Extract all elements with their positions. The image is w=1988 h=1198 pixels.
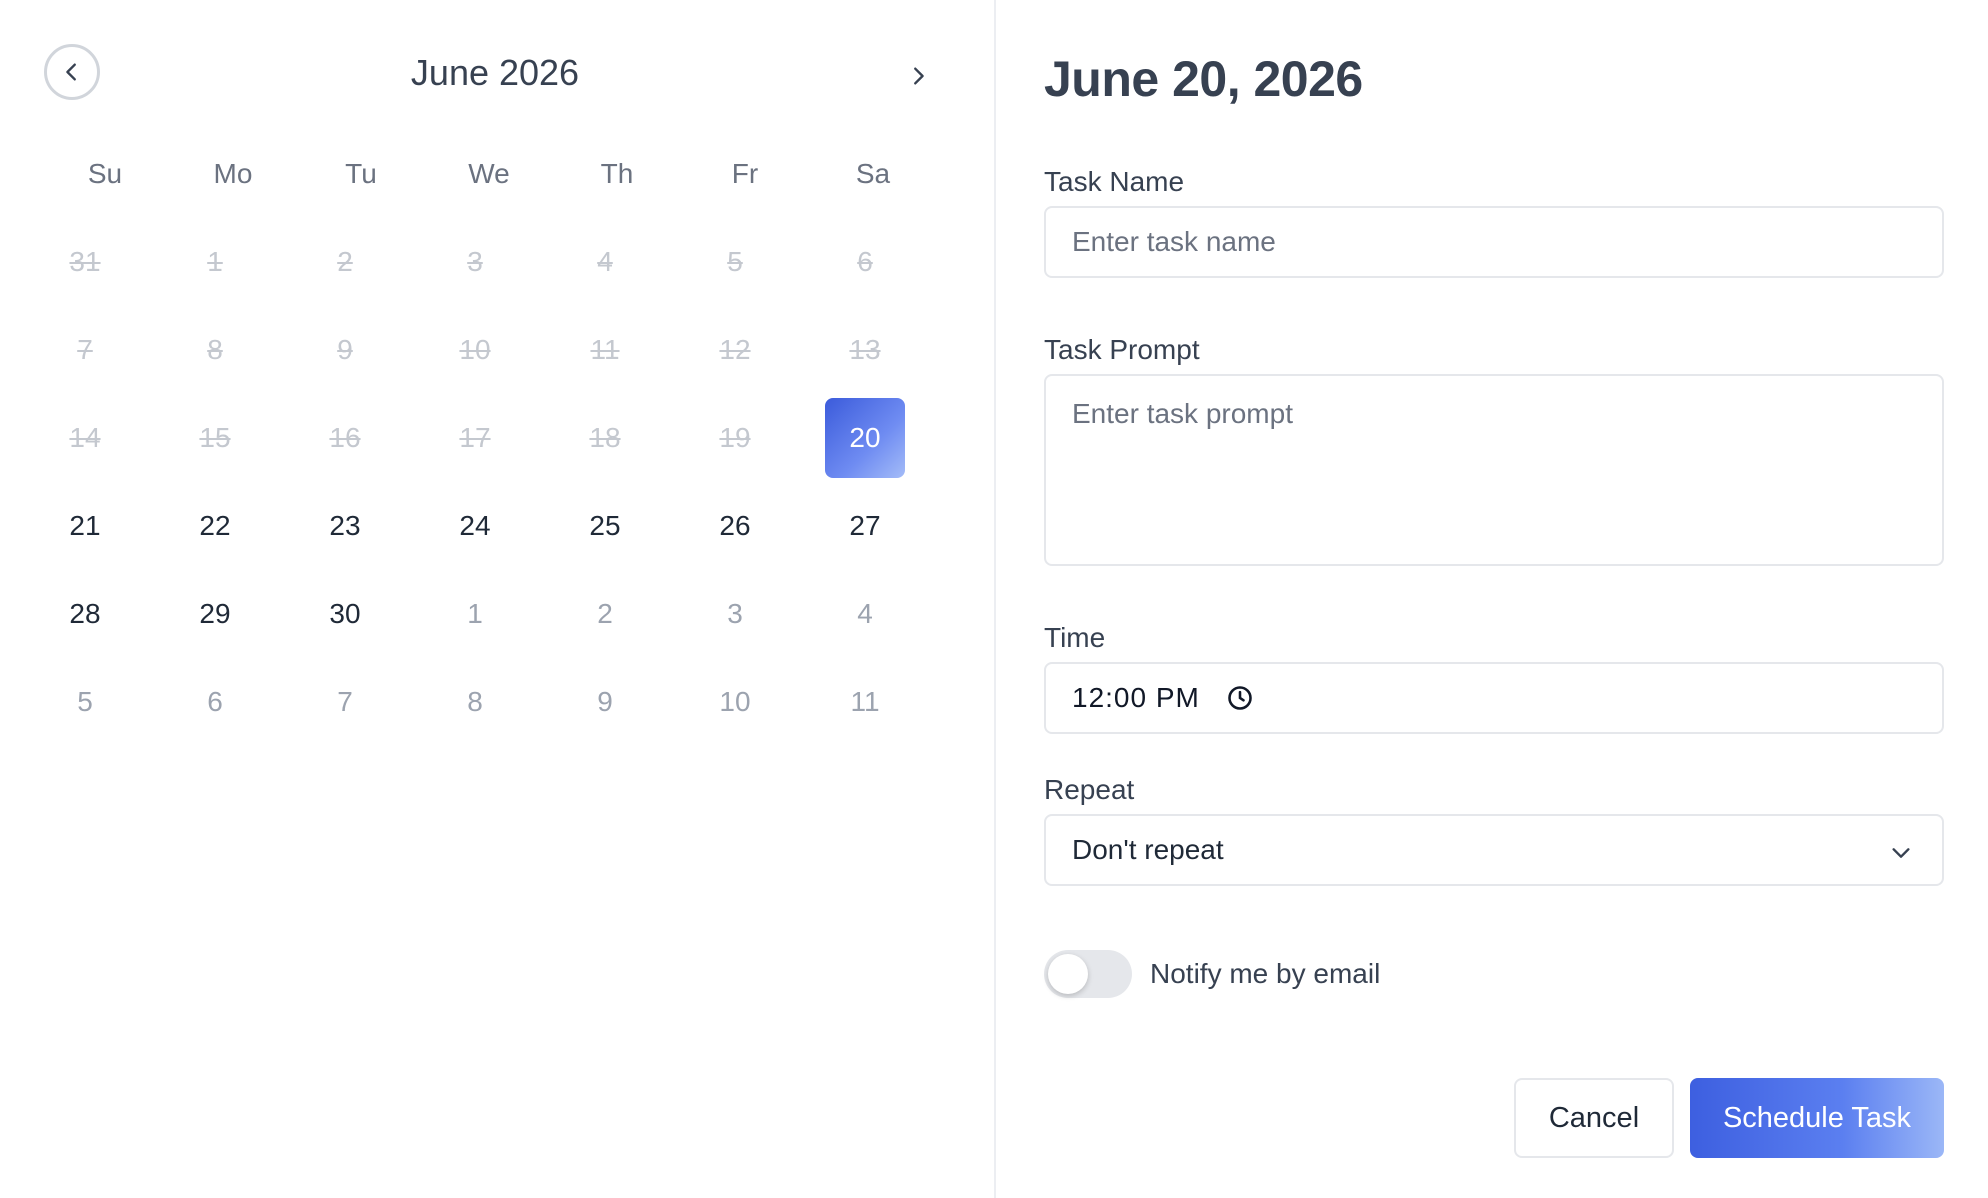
prev-month-button[interactable] [44, 44, 100, 100]
task-name-label: Task Name [1044, 166, 1185, 197]
calendar-days-grid: 31 1 2 3 4 5 6 7 8 9 10 11 12 13 14 15 16 17 18 19 20 21 22 23 2… [0, 222, 994, 762]
calendar-day[interactable]: 10 [695, 662, 775, 742]
calendar-day-selected[interactable]: 20 [825, 398, 905, 478]
month-title: June 2026 [410, 52, 580, 93]
calendar-day[interactable]: 2 [565, 574, 645, 654]
calendar-day: 15 [199, 422, 231, 453]
calendar-day: 2 [337, 246, 353, 277]
calendar-day[interactable]: 21 [45, 486, 125, 566]
weekday-header: Su Mo Tu We Th Fr Sa [0, 150, 994, 198]
calendar-day: 18 [589, 422, 621, 453]
calendar-day[interactable]: 3 [695, 574, 775, 654]
schedule-task-dialog: June 2026 Su Mo Tu We Th Fr Sa 31 1 2 3 4 5 6 7… [0, 0, 1988, 1198]
calendar-day: 17 [459, 422, 491, 453]
calendar-day[interactable]: 1 [435, 574, 515, 654]
calendar-day: 4 [597, 246, 613, 277]
calendar-day[interactable]: 30 [305, 574, 385, 654]
calendar-day[interactable]: 27 [825, 486, 905, 566]
notify-row: Notify me by email [1044, 948, 1380, 1000]
chevron-down-icon [1892, 848, 1910, 858]
task-name-input[interactable]: Enter task name [1044, 206, 1944, 278]
time-input[interactable]: 12:00 PM [1044, 662, 1944, 734]
task-prompt-textarea[interactable]: Enter task prompt [1044, 374, 1944, 566]
calendar-day[interactable]: 6 [175, 662, 255, 742]
calendar-day[interactable]: 11 [825, 662, 905, 742]
task-prompt-placeholder: Enter task prompt [1072, 398, 1293, 429]
calendar-day: 19 [719, 422, 751, 453]
task-name-placeholder: Enter task name [1072, 226, 1276, 257]
calendar-day: 10 [459, 334, 491, 365]
chevron-right-icon [914, 67, 924, 85]
calendar-day[interactable]: 7 [305, 662, 385, 742]
calendar-day: 31 [69, 246, 101, 277]
calendar-day[interactable]: 23 [305, 486, 385, 566]
repeat-label: Repeat [1044, 774, 1135, 805]
calendar-day: 3 [467, 246, 483, 277]
calendar-day[interactable]: 25 [565, 486, 645, 566]
calendar-day[interactable]: 22 [175, 486, 255, 566]
calendar-day[interactable]: 8 [435, 662, 515, 742]
time-label: Time [1044, 622, 1106, 653]
calendar-day: 7 [77, 334, 93, 365]
calendar-day: 5 [727, 246, 743, 277]
chevron-left-icon [66, 63, 76, 81]
calendar-day: 6 [857, 246, 873, 277]
calendar-panel: June 2026 Su Mo Tu We Th Fr Sa 31 1 2 3 4 5 6 7… [0, 0, 994, 1198]
schedule-task-button[interactable]: Schedule Task [1690, 1078, 1944, 1158]
notify-email-label: Notify me by email [1150, 958, 1381, 989]
cancel-button[interactable]: Cancel [1514, 1078, 1674, 1158]
calendar-day[interactable]: 24 [435, 486, 515, 566]
calendar-day: 8 [207, 334, 223, 365]
time-value: 12:00 PM [1072, 682, 1200, 713]
calendar-day: 13 [849, 334, 881, 365]
calendar-day: 12 [719, 334, 751, 365]
weekday-label: We [468, 158, 510, 189]
calendar-day[interactable]: 5 [45, 662, 125, 742]
weekday-label: Th [600, 158, 634, 189]
notify-email-toggle[interactable] [1044, 950, 1132, 998]
task-form: June 20, 2026 Task Name Enter task name … [996, 0, 1988, 1198]
task-prompt-label: Task Prompt [1044, 334, 1200, 365]
calendar-day[interactable]: 9 [565, 662, 645, 742]
weekday-label: Tu [345, 158, 377, 189]
calendar-day[interactable]: 29 [175, 574, 255, 654]
calendar-day[interactable]: 26 [695, 486, 775, 566]
calendar-day: 11 [590, 334, 620, 365]
calendar-day[interactable]: 4 [825, 574, 905, 654]
calendar-day: 16 [329, 422, 361, 453]
calendar-day: 1 [207, 246, 223, 277]
repeat-select[interactable]: Don't repeat [1044, 814, 1944, 886]
clock-icon[interactable] [1226, 684, 1254, 712]
weekday-label: Mo [213, 158, 253, 189]
calendar-day: 9 [337, 334, 353, 365]
selected-date-heading: June 20, 2026 [1044, 51, 1363, 107]
weekday-label: Fr [731, 158, 759, 189]
next-month-button[interactable] [894, 52, 942, 100]
repeat-selected-value: Don't repeat [1072, 834, 1224, 865]
calendar-day[interactable]: 28 [45, 574, 125, 654]
calendar-day: 14 [69, 422, 101, 453]
weekday-label: Su [87, 158, 123, 189]
toggle-knob [1048, 954, 1088, 994]
weekday-label: Sa [855, 158, 891, 189]
